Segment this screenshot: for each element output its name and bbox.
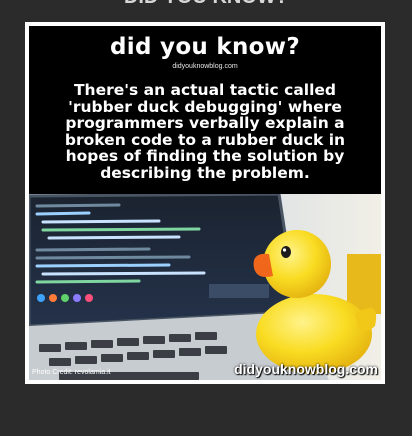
site-url-small: didyouknowblog.com xyxy=(172,63,238,70)
header-cutoff-text: DID YOU KNOW? xyxy=(0,0,412,9)
photo-illustration xyxy=(29,194,381,380)
card-title: did you know? xyxy=(110,34,300,60)
card-content: did you know? didyouknowblog.com There's… xyxy=(29,26,381,380)
bottom-area xyxy=(0,392,412,436)
did-you-know-card: did you know? didyouknowblog.com There's… xyxy=(25,22,385,384)
photo-credit: Photo Credit: revolamia.it xyxy=(32,369,111,376)
watermark: didyouknowblog.com xyxy=(234,361,378,377)
rubber-duck-photo: Photo Credit: revolamia.it didyouknowblo… xyxy=(29,194,381,380)
fact-text: There's an actual tactic called 'rubber … xyxy=(64,81,346,182)
